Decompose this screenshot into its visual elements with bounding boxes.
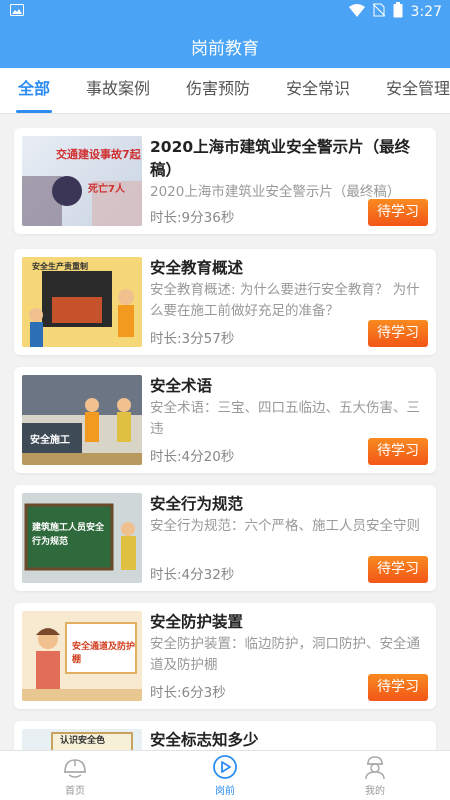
- helmet-icon: [64, 759, 86, 778]
- thumbnail-caption: 建筑施工人员安全行为规范: [32, 523, 105, 547]
- status-badge[interactable]: 待学习: [368, 199, 428, 226]
- video-duration: 时长:4分20秒: [150, 449, 235, 465]
- wifi-icon: [348, 3, 365, 21]
- video-thumbnail: 交通建设事故7起 死亡7人: [22, 136, 142, 226]
- status-time: 3:27: [410, 4, 442, 20]
- status-bar: 3:27: [0, 0, 450, 24]
- list-item[interactable]: 建筑施工人员安全行为规范 安全行为规范 安全行为规范：六个严格、施工人员安全守则…: [14, 485, 436, 591]
- tab-safety-knowledge[interactable]: 安全常识: [268, 68, 368, 113]
- video-thumbnail: 安全通道及防护棚: [22, 611, 142, 701]
- no-sim-icon: [372, 3, 385, 21]
- video-description: 安全术语：三宝、四口五临边、五大伤害、三违: [150, 400, 420, 437]
- video-duration: 时长:3分57秒: [150, 331, 235, 347]
- status-badge[interactable]: 待学习: [368, 438, 428, 465]
- video-thumbnail: 安全施工: [22, 375, 142, 465]
- video-description: 安全行为规范：六个严格、施工人员安全守则: [150, 518, 420, 534]
- tab-safety-management[interactable]: 安全管理: [368, 68, 450, 113]
- nav-home-label: 首页: [65, 786, 85, 797]
- thumbnail-caption: 交通建设事故7起: [56, 148, 141, 161]
- video-thumbnail: 认识安全色: [22, 729, 142, 750]
- category-tabs: 全部 事故案例 伤害预防 安全常识 安全管理: [0, 68, 450, 114]
- gallery-icon: [10, 4, 24, 20]
- video-description: 安全教育概述: 为什么要进行安全教育？ 为什么要在施工前做好充足的准备？: [150, 282, 420, 319]
- list-item[interactable]: 安全生产责重制 安全教育概述 安全教育概述: 为什么要进行安全教育？ 为什么要在…: [14, 249, 436, 355]
- nav-home[interactable]: 首页: [0, 751, 150, 800]
- status-badge[interactable]: 待学习: [368, 674, 428, 701]
- nav-pre-job-label: 岗前: [215, 786, 235, 797]
- list-item[interactable]: 交通建设事故7起 死亡7人 2020上海市建筑业安全警示片（最终稿） 2020上…: [14, 128, 436, 234]
- video-title: 2020上海市建筑业安全警示片（最终稿）: [150, 138, 411, 179]
- thumbnail-caption: 安全施工: [30, 435, 70, 446]
- thumbnail-caption: 认识安全色: [60, 736, 106, 746]
- tab-injury-prevention[interactable]: 伤害预防: [168, 68, 268, 113]
- status-badge[interactable]: 待学习: [368, 320, 428, 347]
- video-title: 安全防护装置: [150, 613, 244, 631]
- list-item[interactable]: 安全通道及防护棚 安全防护装置 安全防护装置：临边防护，洞口防护、安全通道及防护…: [14, 603, 436, 709]
- video-title: 安全标志知多少: [150, 731, 259, 749]
- video-description: 安全防护装置：临边防护，洞口防护、安全通道及防护棚: [150, 636, 420, 673]
- thumbnail-caption: 安全通道及防护棚: [72, 642, 136, 665]
- tab-all[interactable]: 全部: [0, 68, 68, 113]
- video-duration: 时长:4分32秒: [150, 567, 235, 583]
- video-title: 安全术语: [150, 377, 213, 395]
- course-list: 交通建设事故7起 死亡7人 2020上海市建筑业安全警示片（最终稿） 2020上…: [0, 126, 450, 750]
- page-title: 岗前教育: [191, 38, 259, 59]
- play-circle-icon: [213, 755, 237, 779]
- worker-profile-icon: [365, 756, 385, 780]
- video-thumbnail: 安全生产责重制: [22, 257, 142, 347]
- list-item[interactable]: 认识安全色 安全标志知多少: [14, 721, 436, 750]
- nav-mine-label: 我的: [365, 786, 385, 797]
- thumbnail-caption: 安全生产责重制: [32, 262, 88, 271]
- nav-pre-job[interactable]: 岗前: [150, 751, 300, 800]
- battery-icon: [393, 2, 403, 22]
- video-title: 安全教育概述: [150, 259, 244, 277]
- tab-accident-cases[interactable]: 事故案例: [68, 68, 168, 113]
- bottom-nav: 首页 岗前 我的: [0, 750, 450, 800]
- video-duration: 时长:9分36秒: [150, 210, 235, 226]
- nav-mine[interactable]: 我的: [300, 751, 450, 800]
- thumbnail-caption: 死亡7人: [88, 184, 125, 195]
- list-item[interactable]: 安全施工 安全术语 安全术语：三宝、四口五临边、五大伤害、三违 时长:4分20秒…: [14, 367, 436, 473]
- video-title: 安全行为规范: [150, 495, 244, 513]
- video-duration: 时长:6分3秒: [150, 685, 226, 701]
- app-bar: 岗前教育: [0, 24, 450, 68]
- status-badge[interactable]: 待学习: [368, 556, 428, 583]
- video-thumbnail: 建筑施工人员安全行为规范: [22, 493, 142, 583]
